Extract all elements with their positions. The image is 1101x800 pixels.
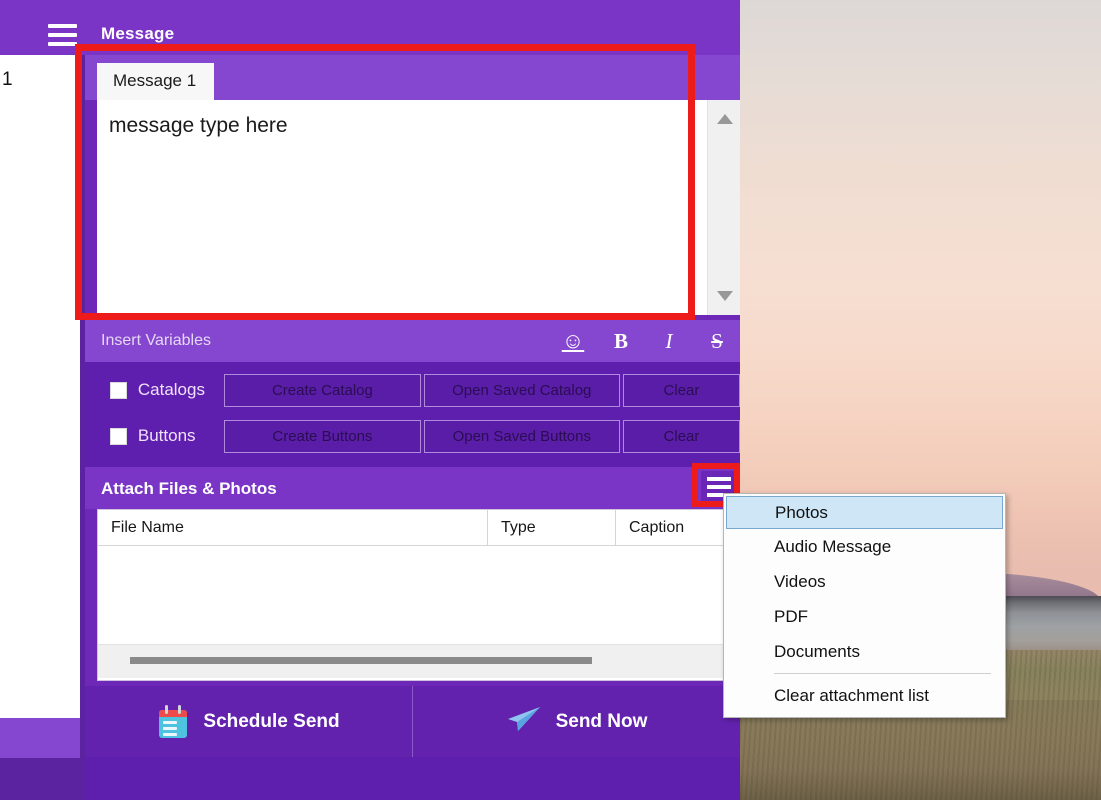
scrollbar-thumb[interactable] [130, 657, 592, 664]
clear-buttons-button[interactable]: Clear [622, 419, 740, 453]
column-header-caption: Caption [629, 518, 685, 536]
catalogs-row: Catalogs Create Catalog Open Saved Catal… [85, 370, 740, 410]
attachments-horizontal-scrollbar[interactable] [98, 644, 739, 678]
message-panel-header: Message [85, 0, 740, 55]
emoji-icon[interactable]: ☺ [560, 327, 586, 355]
sidebar-list[interactable]: 1 [0, 55, 80, 718]
create-buttons-button[interactable]: Create Buttons [224, 419, 421, 453]
main-content: Message Message 1 message type here Inse… [85, 0, 740, 800]
send-now-label: Send Now [555, 710, 648, 732]
message-editor: message type here [97, 100, 740, 315]
schedule-send-button[interactable]: Schedule Send [85, 686, 413, 757]
send-now-button[interactable]: Send Now [413, 686, 740, 757]
left-sidebar: 1 [0, 0, 85, 800]
triangle-down-icon[interactable] [717, 291, 733, 301]
buttons-row: Buttons Create Buttons Open Saved Button… [85, 416, 740, 456]
calendar-icon [157, 704, 189, 739]
column-header-type: Type [488, 509, 616, 546]
attachments-table: File Name Type Caption [97, 509, 740, 681]
menu-item-videos[interactable]: Videos [724, 564, 1005, 599]
menu-separator [774, 673, 991, 674]
paper-plane-icon [506, 705, 542, 739]
menu-item-photos[interactable]: Photos [726, 496, 1003, 529]
attachment-type-menu: Photos Audio Message Videos PDF Document… [723, 493, 1006, 718]
attachments-panel-header: Attach Files & Photos [85, 467, 740, 509]
menu-item-clear-attachment-list[interactable]: Clear attachment list [724, 678, 1005, 713]
action-bar: Schedule Send Send Now [85, 686, 740, 757]
buttons-checkbox[interactable] [110, 427, 127, 445]
open-saved-buttons-button[interactable]: Open Saved Buttons [423, 419, 620, 453]
sidebar-footer-band [0, 718, 80, 758]
page-title: Message [101, 24, 175, 43]
catalogs-checkbox[interactable] [110, 381, 127, 399]
strikethrough-icon[interactable]: S [704, 327, 730, 355]
formatting-toolbar: ☺ B I S [560, 327, 730, 355]
menu-item-documents[interactable]: Documents [724, 634, 1005, 669]
sidebar-header [0, 0, 85, 55]
create-catalog-button[interactable]: Create Catalog [224, 373, 421, 407]
sidebar-list-item-number: 1 [2, 69, 13, 90]
bold-icon[interactable]: B [608, 327, 634, 355]
insert-variables-bar: Insert Variables ☺ B I S [85, 320, 740, 362]
insert-variables-label[interactable]: Insert Variables [101, 332, 211, 350]
schedule-send-label: Schedule Send [203, 710, 340, 732]
column-header-file-name: File Name [98, 509, 488, 546]
attachments-title: Attach Files & Photos [101, 479, 277, 498]
message-input[interactable]: message type here [97, 100, 707, 315]
clear-catalog-button[interactable]: Clear [622, 373, 740, 407]
window-footer [85, 757, 740, 800]
attachments-table-header: File Name Type Caption [98, 509, 739, 546]
hamburger-icon[interactable] [48, 24, 77, 46]
menu-item-audio-message[interactable]: Audio Message [724, 529, 1005, 564]
message-tab-strip: Message 1 [85, 55, 740, 100]
editor-vertical-scrollbar[interactable] [707, 100, 740, 315]
application-window: 1 Message Message 1 message type here In… [0, 0, 740, 800]
attachments-table-body[interactable] [98, 546, 739, 644]
open-saved-catalog-button[interactable]: Open Saved Catalog [423, 373, 620, 407]
tab-message-1[interactable]: Message 1 [97, 63, 215, 100]
options-zone: Catalogs Create Catalog Open Saved Catal… [85, 362, 740, 467]
menu-item-pdf[interactable]: PDF [724, 599, 1005, 634]
triangle-up-icon[interactable] [717, 114, 733, 124]
buttons-label: Buttons [137, 426, 196, 445]
italic-icon[interactable]: I [656, 327, 682, 355]
catalogs-label: Catalogs [137, 380, 205, 399]
